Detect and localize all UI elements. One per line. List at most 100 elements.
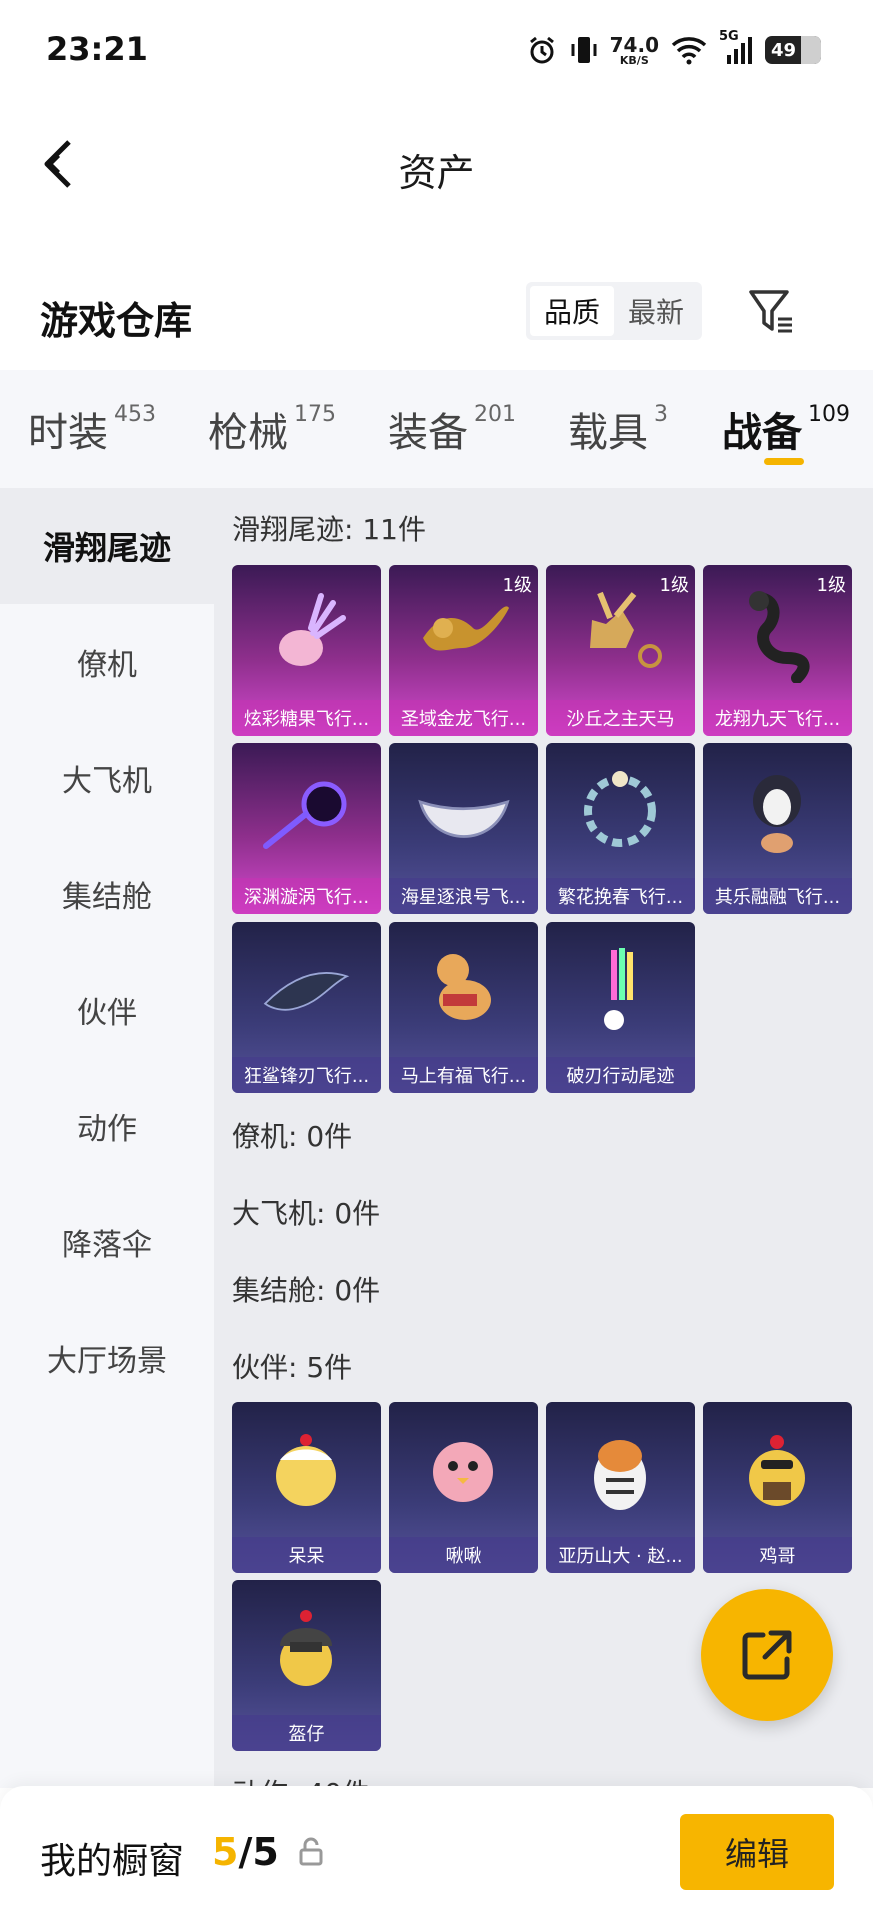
- item-card[interactable]: 啾啾: [389, 1402, 538, 1573]
- net-speed-unit: KB/S: [619, 53, 649, 67]
- item-card[interactable]: 海星逐浪号飞...: [389, 743, 538, 914]
- item-card[interactable]: 繁花挽春飞行...: [546, 743, 695, 914]
- showcase-count: 5/5: [212, 1830, 279, 1874]
- sort-toggle: 品质 最新: [526, 282, 702, 340]
- item-card[interactable]: 狂鲨锋刃飞行...: [232, 922, 381, 1093]
- lucky-horse-icon: [413, 940, 513, 1040]
- item-level: 1级: [502, 575, 532, 596]
- tab-count: 201: [474, 402, 516, 427]
- black-dragon-icon: [727, 583, 827, 683]
- net-speed-value: 74.0: [609, 32, 659, 57]
- active-tab-indicator: [764, 458, 804, 465]
- tab-combat-prep[interactable]: 战备 109: [722, 400, 850, 458]
- pink-bird-icon: [413, 1420, 513, 1520]
- item-name: 啾啾: [389, 1537, 538, 1573]
- share-icon: [742, 1630, 792, 1680]
- edit-button[interactable]: 编辑: [680, 1814, 834, 1890]
- penguin-glider-icon: [727, 761, 827, 861]
- item-name: 龙翔九天飞行...: [703, 700, 852, 736]
- tab-count: 175: [294, 402, 336, 427]
- item-name: 狂鲨锋刃飞行...: [232, 1057, 381, 1093]
- item-card[interactable]: 鸡哥: [703, 1402, 852, 1573]
- item-card[interactable]: 其乐融融飞行...: [703, 743, 852, 914]
- item-card[interactable]: 亚历山大 · 赵...: [546, 1402, 695, 1573]
- sort-option-newest[interactable]: 最新: [614, 286, 698, 336]
- item-card[interactable]: 马上有福飞行...: [389, 922, 538, 1093]
- item-card[interactable]: 1级 圣域金龙飞行...: [389, 565, 538, 736]
- cellular-signal-icon: 5G: [719, 29, 753, 65]
- tiger-partner-icon: [570, 1420, 670, 1520]
- showcase-total: 5: [252, 1830, 279, 1874]
- item-card[interactable]: 深渊漩涡飞行...: [232, 743, 381, 914]
- tab-label: 时装: [28, 410, 108, 456]
- tab-count: 3: [654, 402, 668, 427]
- tab-label: 战备: [722, 410, 802, 456]
- page-title: 资产: [398, 151, 475, 195]
- group-title-partner: 伙伴: 5件: [232, 1351, 353, 1384]
- item-card[interactable]: 破刃行动尾迹: [546, 922, 695, 1093]
- sidebar-item-big-plane[interactable]: 大飞机: [0, 720, 214, 836]
- item-name: 圣域金龙飞行...: [389, 700, 538, 736]
- network-type: 5G: [719, 29, 739, 44]
- chicken-brother-icon: [727, 1420, 827, 1520]
- sidebar-item-parachute[interactable]: 降落伞: [0, 1184, 214, 1300]
- candy-glider-icon: [256, 583, 356, 683]
- item-level: 1级: [659, 575, 689, 596]
- category-tabs: 时装 453 枪械 175 装备 201 载具 3 战备 109: [0, 370, 873, 488]
- lock-icon: [299, 1837, 323, 1866]
- chick-dai-icon: [256, 1420, 356, 1520]
- group-title-rally-pod: 集结舱: 0件: [232, 1274, 381, 1307]
- gold-dragon-icon: [413, 583, 513, 683]
- tab-count: 109: [808, 402, 850, 427]
- pegasus-chariot-icon: [570, 583, 670, 683]
- sidebar-item-rally-pod[interactable]: 集结舱: [0, 836, 214, 952]
- sidebar-item-wingman[interactable]: 僚机: [0, 604, 214, 720]
- net-speed: 74.0 KB/S: [610, 35, 659, 66]
- group-title-glide-trail: 滑翔尾迹: 11件: [232, 513, 426, 546]
- share-button[interactable]: [701, 1589, 833, 1721]
- tab-equipment[interactable]: 装备 201: [388, 400, 516, 458]
- item-name: 鸡哥: [703, 1537, 852, 1573]
- group-title-wingman: 僚机: 0件: [232, 1120, 353, 1153]
- starfish-boat-icon: [413, 761, 513, 861]
- item-card[interactable]: 炫彩糖果飞行...: [232, 565, 381, 736]
- item-name: 呆呆: [232, 1537, 381, 1573]
- section-title: 游戏仓库: [40, 299, 193, 343]
- sidebar-item-glide-trail[interactable]: 滑翔尾迹: [0, 488, 214, 604]
- sidebar-item-partner[interactable]: 伙伴: [0, 952, 214, 1068]
- item-card[interactable]: 盔仔: [232, 1580, 381, 1751]
- helmet-chick-icon: [256, 1598, 356, 1698]
- tab-vehicles[interactable]: 载具 3: [568, 400, 668, 458]
- alarm-icon: [526, 34, 558, 66]
- showcase-label: 我的橱窗: [40, 1841, 185, 1882]
- sidebar: 滑翔尾迹 僚机 大飞机 集结舱 伙伴 动作 降落伞 大厅场景: [0, 488, 214, 1788]
- status-bar: 23:21 74.0 KB/S 5G 49: [0, 0, 873, 104]
- filter-button[interactable]: [744, 284, 800, 340]
- tab-fashion[interactable]: 时装 453: [28, 400, 156, 458]
- tab-firearms[interactable]: 枪械 175: [208, 400, 336, 458]
- item-card[interactable]: 1级 沙丘之主天马: [546, 565, 695, 736]
- item-card[interactable]: 呆呆: [232, 1402, 381, 1573]
- status-time: 23:21: [46, 30, 148, 68]
- item-name: 其乐融融飞行...: [703, 878, 852, 914]
- showcase-used: 5: [212, 1830, 239, 1874]
- item-name: 海星逐浪号飞...: [389, 878, 538, 914]
- showcase-separator: /: [238, 1830, 253, 1874]
- item-card[interactable]: 1级 龙翔九天飞行...: [703, 565, 852, 736]
- item-name: 亚历山大 · 赵...: [546, 1537, 695, 1573]
- sort-option-quality[interactable]: 品质: [530, 286, 614, 336]
- battery-level: 49: [771, 39, 797, 61]
- item-level: 1级: [816, 575, 846, 596]
- item-name: 马上有福飞行...: [389, 1057, 538, 1093]
- tab-label: 载具: [568, 410, 648, 456]
- battery-icon: 49: [765, 36, 821, 64]
- sidebar-item-emote[interactable]: 动作: [0, 1068, 214, 1184]
- tab-label: 装备: [388, 410, 468, 456]
- sidebar-item-lobby-scene[interactable]: 大厅场景: [0, 1300, 214, 1416]
- vibrate-icon: [570, 34, 598, 66]
- wifi-icon: [671, 35, 707, 65]
- item-name: 沙丘之主天马: [546, 700, 695, 736]
- group-title-big-plane: 大飞机: 0件: [232, 1197, 381, 1230]
- status-icons: 74.0 KB/S 5G 49: [526, 29, 821, 70]
- item-name: 破刃行动尾迹: [546, 1057, 695, 1093]
